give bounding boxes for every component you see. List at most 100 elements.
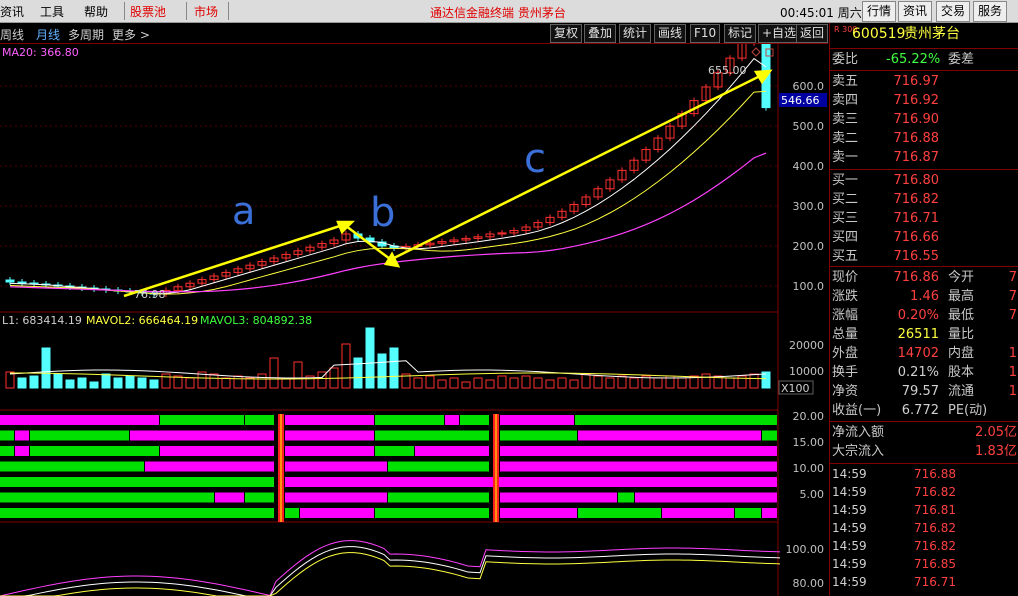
indicator-strip-segment (0, 415, 159, 425)
volume-bar (113, 377, 123, 389)
add-watchlist-button[interactable]: +自选 (758, 24, 801, 43)
draw-line-button[interactable]: 画线 (654, 24, 687, 43)
stat-label: 涨跌 (832, 289, 859, 304)
weibi-value: -65.22% (886, 52, 941, 67)
menu-divider (186, 2, 187, 20)
stat-value2: 1 (1008, 346, 1017, 361)
menu-item-market[interactable]: 市场 (194, 3, 218, 20)
indicator-strip-segment (285, 461, 387, 472)
volume-bar (281, 377, 291, 389)
volume-legend-mavol3: MAVOL3: 804892.38 (200, 314, 312, 327)
indicator-strip-segment (415, 446, 489, 456)
divider (830, 266, 1018, 267)
annotation-a: a (232, 189, 255, 233)
trade-button[interactable]: 交易 (936, 1, 971, 22)
tab-weekly[interactable]: 周线 (0, 26, 24, 43)
diamond-icon[interactable] (751, 47, 761, 57)
indicator-strip-segment (500, 492, 617, 503)
indicator-strip-segment (618, 492, 634, 503)
ask-price: 716.97 (893, 74, 940, 89)
mark-button[interactable]: 标记 (724, 24, 757, 43)
tab-multi-period[interactable]: 多周期 (68, 26, 104, 43)
bid-price: 716.82 (893, 192, 940, 207)
stat-label: 涨幅 (832, 308, 859, 323)
weicha-label: 委差 (948, 52, 975, 67)
adjust-button[interactable]: 复权 (550, 24, 583, 43)
stat-row: 现价 716.86 今开 7 (830, 268, 1018, 287)
ask-label: 卖五 (832, 74, 859, 89)
tick-price: 716.82 (914, 539, 956, 553)
annotation-c: c (524, 136, 546, 182)
clock-day: 周六 (837, 6, 862, 20)
tick-time: 14:59 (832, 521, 867, 535)
ask-label: 卖四 (832, 93, 859, 108)
ask-level-row: 卖四 716.92 (830, 91, 1018, 110)
news-button[interactable]: 资讯 (898, 1, 933, 22)
stat-value2: 7 (1008, 270, 1017, 285)
volume-bar (293, 361, 303, 389)
indicator-strip-segment (0, 430, 14, 441)
volume-bar (449, 377, 459, 389)
ask-price: 716.90 (893, 112, 940, 127)
indicator1-axis: 20.00 15.00 10.00 5.00 (793, 410, 825, 501)
indicator-strip-segment (0, 477, 274, 487)
volume-bar (53, 373, 63, 389)
stat-value: 14702 (897, 346, 939, 361)
tick-time: 14:59 (832, 575, 867, 589)
stat-value2: 7 (1008, 308, 1017, 323)
menu-divider (124, 2, 125, 20)
clock-time: 00:45:01 (780, 6, 834, 20)
ask-level-row: 卖一 716.87 (830, 148, 1018, 167)
ask-label: 卖三 (832, 112, 859, 127)
stat-row: 总量 26511 量比 (830, 325, 1018, 344)
menu-item-tools[interactable]: 工具 (40, 3, 64, 20)
stock-code: 600519 (852, 26, 906, 42)
tick-time: 14:59 (832, 467, 867, 481)
indicator-strip-segment (130, 430, 274, 441)
indicator-strip-segment (145, 461, 274, 472)
indicator1-axis-label: 5.00 (800, 488, 825, 501)
tick-row: 14:59 716.82 (830, 483, 1018, 501)
tick-time: 14:59 (832, 485, 867, 499)
divider (830, 463, 1018, 464)
bid-level-row: 买一 716.80 (830, 171, 1018, 190)
statistics-button[interactable]: 统计 (619, 24, 652, 43)
indicator-strips (0, 414, 777, 522)
indicator-strip-segment (0, 508, 274, 518)
stat-label: 外盘 (832, 346, 859, 361)
tab-more[interactable]: 更多 > (112, 26, 150, 43)
volume-bar (545, 379, 555, 389)
menu-item-stock-pool[interactable]: 股票池 (130, 3, 166, 20)
volume-bar (353, 357, 363, 389)
stat-label2: 量比 (948, 327, 975, 342)
overlay-button[interactable]: 叠加 (584, 24, 617, 43)
back-button[interactable]: 返回 (796, 24, 828, 43)
app-title: 通达信金融终端 贵州茅台 (430, 6, 566, 20)
indicator-strip-segment (375, 446, 414, 456)
volume-bar (593, 375, 603, 389)
menu-item-news[interactable]: 资讯 (0, 3, 24, 20)
high-price-label: 655.00 (708, 64, 747, 77)
f10-button[interactable]: F10 (690, 24, 721, 43)
menu-item-help[interactable]: 帮助 (84, 3, 108, 20)
service-button[interactable]: 服务 (973, 1, 1008, 22)
divider (830, 48, 1018, 49)
quote-button[interactable]: 行情 (862, 1, 897, 22)
bid-label: 买三 (832, 211, 859, 226)
volume-bar (605, 377, 615, 389)
weibi-row: 委比 -65.22% 委差 (830, 50, 1018, 69)
indicator-strip-segment (300, 508, 374, 518)
flow-value: 2.05亿 (975, 425, 1017, 440)
indicator-strip-segment (575, 415, 777, 425)
bid-price: 716.66 (893, 230, 940, 245)
indicator-strip-segment (245, 415, 274, 425)
stat-value: 1.46 (910, 289, 939, 304)
indicator-strip-segment (160, 415, 244, 425)
tab-monthly[interactable]: 月线 (36, 26, 60, 43)
volume-bar (581, 373, 591, 389)
current-price-tag-text: 546.66 (781, 94, 820, 107)
indicator-strip-segment (0, 461, 144, 472)
quote-header: R 300 600519 贵州茅台 (830, 25, 1018, 47)
volume-bar (233, 375, 243, 389)
stat-label: 换手 (832, 365, 859, 380)
